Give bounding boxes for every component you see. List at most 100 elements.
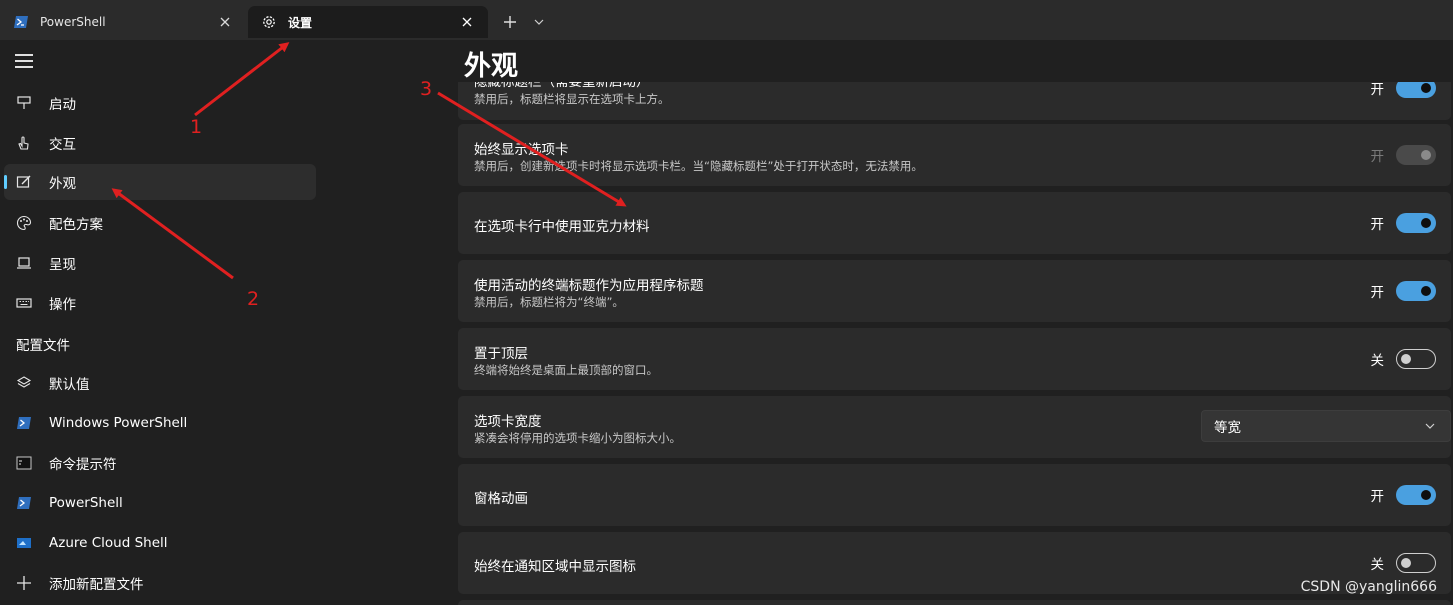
toggle-state-text: 关 — [1370, 353, 1385, 369]
tab-powershell[interactable]: PowerShell — [0, 6, 246, 38]
close-icon[interactable] — [458, 13, 476, 31]
powershell-icon — [12, 13, 30, 31]
toggle-active-terminal-title[interactable]: 开 — [1370, 281, 1436, 301]
sidebar-item-startup[interactable]: 启动 — [4, 85, 316, 121]
annotation-number-2: 2 — [247, 288, 260, 310]
sidebar-item-label: Windows PowerShell — [49, 415, 188, 431]
powershell-icon — [15, 414, 33, 432]
setting-description: 紧凑会将停用的选项卡缩小为图标大小。 — [474, 431, 681, 445]
new-tab-button[interactable] — [498, 10, 522, 34]
setting-title: 始终在通知区域中显示图标 — [474, 559, 636, 575]
sidebar-item-label: 呈现 — [49, 257, 76, 273]
azure-shell-icon — [15, 534, 33, 552]
powershell-icon — [15, 494, 33, 512]
toggle-state-text: 关 — [1370, 557, 1385, 573]
sidebar-item-label: 启动 — [49, 97, 76, 113]
sidebar-item-cmd[interactable]: 命令提示符 — [4, 445, 316, 481]
chevron-down-icon — [534, 19, 544, 25]
toggle-switch[interactable] — [1396, 349, 1436, 369]
selection-indicator — [4, 175, 7, 189]
dropdown-value: 等宽 — [1214, 420, 1241, 436]
sidebar-item-appearance[interactable]: 外观 — [4, 164, 316, 200]
toggle-pane-animations[interactable]: 开 — [1370, 485, 1436, 505]
toggle-state-text: 开 — [1370, 149, 1385, 165]
gear-icon — [260, 13, 278, 31]
setting-row-pane-animations: 窗格动画 开 — [458, 464, 1451, 526]
toggle-always-on-top[interactable]: 关 — [1370, 349, 1436, 369]
sidebar-item-label: 配色方案 — [49, 217, 103, 233]
plus-icon — [15, 574, 33, 592]
sidebar-item-label: Azure Cloud Shell — [49, 535, 168, 551]
sidebar-item-powershell[interactable]: PowerShell — [4, 485, 316, 521]
setting-title: 窗格动画 — [474, 491, 528, 507]
sidebar-item-windows-powershell[interactable]: Windows PowerShell — [4, 405, 316, 441]
toggle-notification-icon[interactable]: 关 — [1370, 553, 1436, 573]
setting-row-tab-width: 选项卡宽度 紧凑会将停用的选项卡缩小为图标大小。 等宽 — [458, 396, 1451, 458]
profiles-section-header: 配置文件 — [16, 338, 70, 354]
setting-row-always-on-top: 置于顶层 终端将始终是桌面上最顶部的窗口。 关 — [458, 328, 1451, 390]
setting-title: 在选项卡行中使用亚克力材料 — [474, 219, 650, 235]
sidebar-item-add-profile[interactable]: 添加新配置文件 — [4, 565, 316, 601]
settings-content: 隐藏标题栏（需要重新启动） 禁用后，标题栏将显示在选项卡上方。 开 外观 始终显… — [330, 40, 1453, 605]
setting-title: 使用活动的终端标题作为应用程序标题 — [474, 278, 704, 294]
tab-bar: PowerShell 设置 — [0, 0, 1453, 40]
page-header: 外观 — [330, 40, 1453, 82]
toggle-state-text: 开 — [1370, 285, 1385, 301]
sidebar-item-label: 操作 — [49, 297, 76, 313]
sidebar-item-label: PowerShell — [49, 495, 123, 511]
laptop-icon — [15, 254, 33, 272]
sidebar-item-actions[interactable]: 操作 — [4, 285, 316, 321]
sidebar-item-color-schemes[interactable]: 配色方案 — [4, 205, 316, 241]
touch-hand-icon — [15, 134, 33, 152]
sidebar-item-label: 命令提示符 — [49, 457, 117, 473]
startup-icon — [15, 94, 33, 112]
annotation-number-3: 3 — [420, 78, 433, 100]
toggle-switch[interactable] — [1396, 145, 1436, 165]
palette-icon — [15, 214, 33, 232]
sidebar-item-rendering[interactable]: 呈现 — [4, 245, 316, 281]
setting-row-active-terminal-title: 使用活动的终端标题作为应用程序标题 禁用后，标题栏将为“终端”。 开 — [458, 260, 1451, 322]
tab-settings[interactable]: 设置 — [248, 6, 488, 38]
toggle-switch[interactable] — [1396, 281, 1436, 301]
toggle-state-text: 开 — [1370, 217, 1385, 233]
tab-label: 设置 — [288, 15, 313, 30]
sidebar-item-interaction[interactable]: 交互 — [4, 125, 316, 161]
sidebar-item-azure-cloud-shell[interactable]: Azure Cloud Shell — [4, 525, 316, 561]
close-icon[interactable] — [216, 13, 234, 31]
setting-title: 选项卡宽度 — [474, 414, 542, 430]
plus-icon — [504, 16, 516, 28]
page-title: 外观 — [464, 51, 518, 82]
appearance-edit-icon — [15, 173, 33, 191]
toggle-state-text: 开 — [1370, 489, 1385, 505]
tab-width-dropdown[interactable]: 等宽 — [1201, 410, 1451, 442]
setting-description: 禁用后，标题栏将为“终端”。 — [474, 295, 624, 309]
tab-label: PowerShell — [40, 15, 106, 29]
sidebar-item-label: 外观 — [49, 176, 76, 192]
toggle-switch[interactable] — [1396, 213, 1436, 233]
sidebar-item-defaults[interactable]: 默认值 — [4, 365, 316, 401]
layers-icon — [15, 374, 33, 392]
setting-row-acrylic-tabs: 在选项卡行中使用亚克力材料 开 — [458, 192, 1451, 254]
toggle-acrylic-tabs[interactable]: 开 — [1370, 213, 1436, 233]
tab-dropdown-button[interactable] — [528, 10, 550, 34]
toggle-switch[interactable] — [1396, 553, 1436, 573]
cmd-icon — [15, 454, 33, 472]
annotation-number-1: 1 — [190, 116, 203, 138]
setting-row-partial — [458, 600, 1451, 605]
toggle-switch[interactable] — [1396, 485, 1436, 505]
sidebar-item-label: 默认值 — [49, 377, 90, 393]
chevron-down-icon — [1420, 423, 1440, 429]
setting-description: 终端将始终是桌面上最顶部的窗口。 — [474, 363, 658, 377]
toggle-always-show-tabs[interactable]: 开 — [1370, 145, 1436, 165]
hamburger-menu-icon[interactable] — [15, 54, 33, 70]
setting-description: 禁用后，标题栏将显示在选项卡上方。 — [474, 92, 670, 106]
setting-title: 始终显示选项卡 — [474, 142, 569, 158]
setting-row-always-show-tabs: 始终显示选项卡 禁用后，创建新选项卡时将显示选项卡栏。当“隐藏标题栏”处于打开状… — [458, 124, 1451, 186]
sidebar-item-label: 交互 — [49, 137, 76, 153]
keyboard-icon — [15, 294, 33, 312]
setting-title: 置于顶层 — [474, 346, 528, 362]
setting-description: 禁用后，创建新选项卡时将显示选项卡栏。当“隐藏标题栏”处于打开状态时，无法禁用。 — [474, 159, 923, 173]
sidebar: 启动 交互 外观 配色方案 呈现 操作 配置文件 默认值 Windows Pow… — [0, 40, 330, 605]
sidebar-item-label: 添加新配置文件 — [49, 577, 144, 593]
watermark: CSDN @yanglin666 — [1300, 579, 1437, 595]
